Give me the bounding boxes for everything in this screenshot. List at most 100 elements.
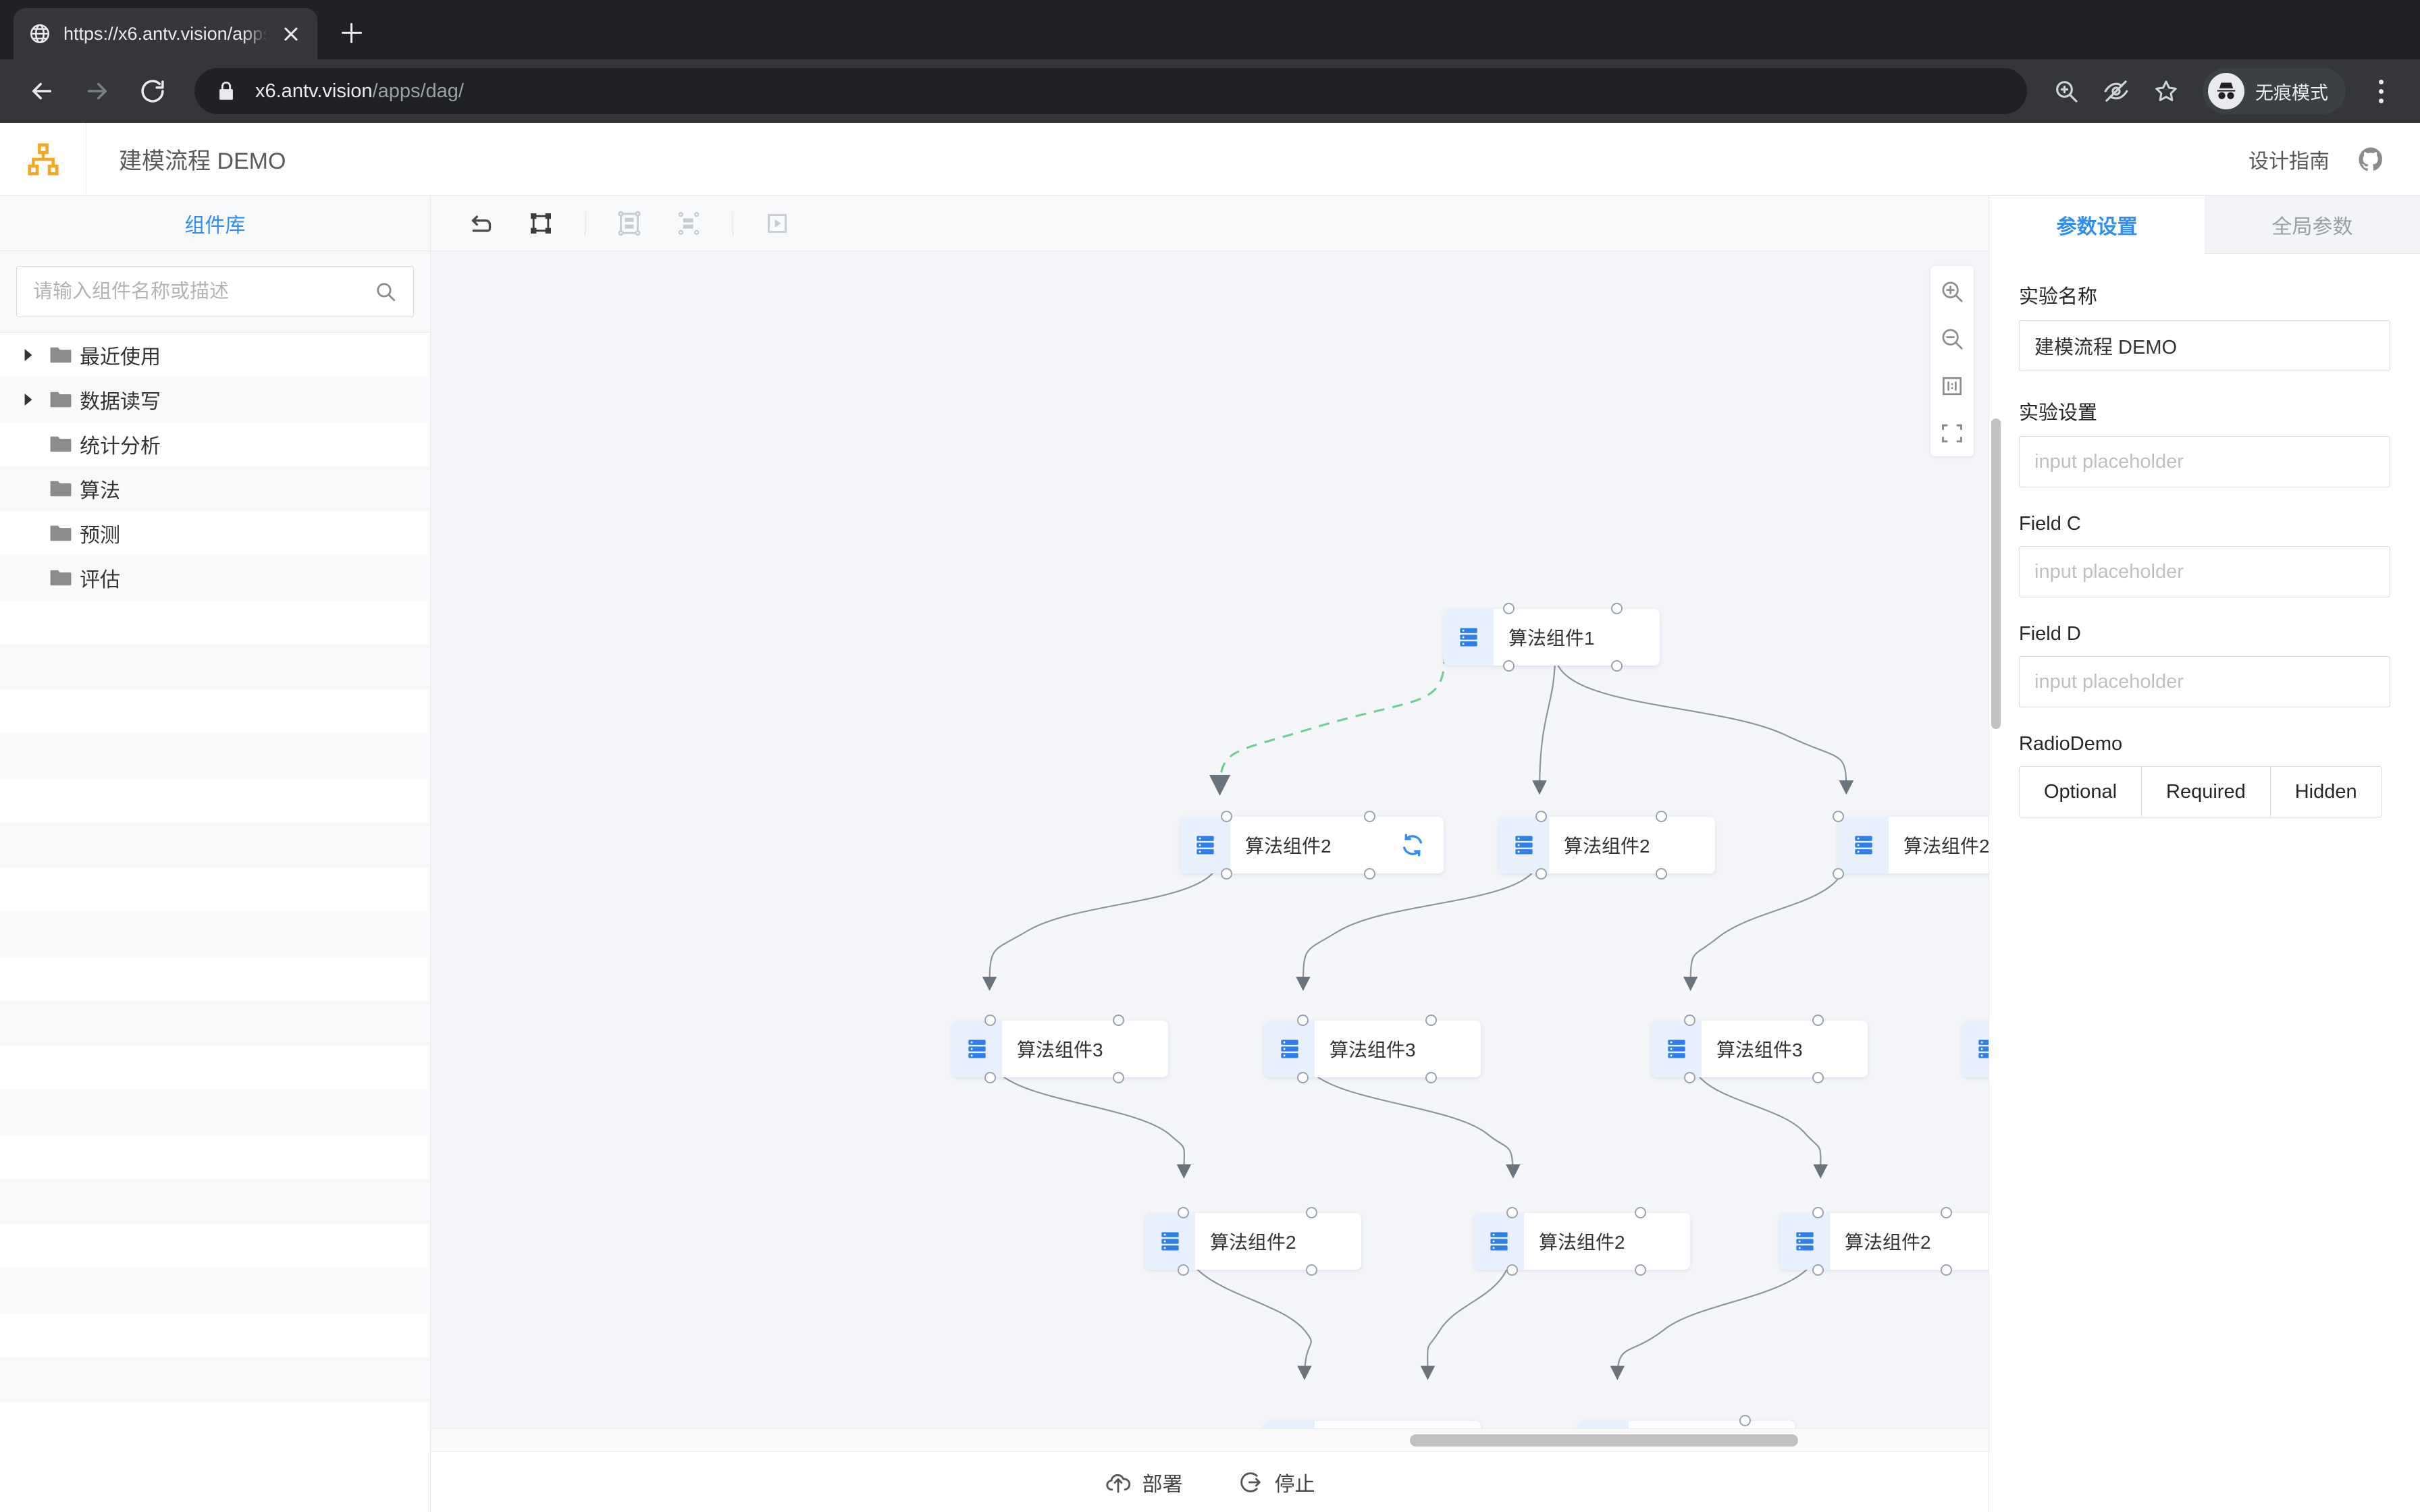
kebab-menu-icon[interactable] bbox=[2359, 70, 2402, 113]
sidebar-item-statistics[interactable]: 统计分析 bbox=[0, 422, 430, 466]
close-icon[interactable] bbox=[280, 22, 302, 45]
node-port-top-left[interactable] bbox=[1297, 1015, 1309, 1026]
zoom-in-icon[interactable] bbox=[1936, 275, 1968, 308]
tab-component-library[interactable]: 组件库 bbox=[0, 196, 430, 251]
scrollbar-thumb[interactable] bbox=[1991, 418, 2001, 729]
node-port-top-right[interactable] bbox=[1812, 1015, 1824, 1026]
field-c-input[interactable] bbox=[2019, 546, 2390, 597]
one-to-one-icon[interactable] bbox=[1936, 370, 1968, 402]
dag-node[interactable]: 算法组件3 bbox=[1265, 1015, 1481, 1083]
zoom-out-icon[interactable] bbox=[1936, 323, 1968, 355]
node-port-bottom-left[interactable] bbox=[1503, 660, 1515, 672]
node-port-bottom-left[interactable] bbox=[1812, 1264, 1824, 1276]
node-port-bottom-right[interactable] bbox=[1656, 868, 1667, 880]
sidebar-item-prediction[interactable]: 预测 bbox=[0, 511, 430, 556]
radio-option-hidden[interactable]: Hidden bbox=[2270, 767, 2382, 817]
reload-icon[interactable] bbox=[128, 67, 177, 115]
field-d-input[interactable] bbox=[2019, 656, 2390, 707]
search-icon[interactable] bbox=[374, 280, 397, 303]
node-port-bottom-right[interactable] bbox=[1812, 1072, 1824, 1083]
dag-node[interactable]: 算法组件2 bbox=[1579, 1415, 1795, 1428]
dag-node[interactable]: 算法组件2 bbox=[1145, 1207, 1361, 1276]
stop-button[interactable]: 停止 bbox=[1237, 1467, 1315, 1497]
select-box-icon[interactable] bbox=[520, 202, 562, 244]
incognito-indicator[interactable]: 无痕模式 bbox=[2203, 68, 2346, 114]
caret-right-icon[interactable] bbox=[15, 394, 42, 406]
canvas-horizontal-scrollbar[interactable] bbox=[431, 1428, 1989, 1451]
node-port-top-right[interactable] bbox=[1656, 811, 1667, 822]
node-port-bottom-right[interactable] bbox=[1941, 1264, 1952, 1276]
back-arrow-icon[interactable] bbox=[18, 67, 66, 115]
node-port-top-right[interactable] bbox=[1425, 1015, 1437, 1026]
node-port-top-right[interactable] bbox=[1113, 1015, 1124, 1026]
node-port-bottom-right[interactable] bbox=[1611, 660, 1623, 672]
node-port-top-right[interactable] bbox=[1941, 1207, 1952, 1218]
address-bar[interactable]: x6.antv.vision/apps/dag/ bbox=[194, 68, 2027, 114]
dag-node[interactable]: 算法组件2 bbox=[1180, 811, 1444, 880]
node-port-top-right[interactable] bbox=[1306, 1207, 1317, 1218]
node-port-top-left[interactable] bbox=[1812, 1207, 1824, 1218]
node-port-bottom-left[interactable] bbox=[1221, 868, 1232, 880]
undo-arrow-icon[interactable] bbox=[461, 202, 502, 244]
eye-slash-icon[interactable] bbox=[2095, 70, 2138, 113]
tab-parameter-settings[interactable]: 参数设置 bbox=[1989, 196, 2205, 254]
node-port-top-left[interactable] bbox=[1535, 811, 1547, 822]
experiment-name-input[interactable] bbox=[2019, 320, 2390, 371]
node-port-bottom-left[interactable] bbox=[1297, 1072, 1309, 1083]
node-port-bottom-left[interactable] bbox=[1178, 1264, 1189, 1276]
node-port-top-left[interactable] bbox=[1506, 1207, 1518, 1218]
dag-node[interactable]: 算法组件2 bbox=[1474, 1207, 1690, 1276]
node-port-bottom-right[interactable] bbox=[1425, 1072, 1437, 1083]
radio-option-optional[interactable]: Optional bbox=[2020, 767, 2142, 817]
node-port-bottom-left[interactable] bbox=[1506, 1264, 1518, 1276]
node-port-bottom-right[interactable] bbox=[1306, 1264, 1317, 1276]
node-port-top-left[interactable] bbox=[1503, 603, 1515, 614]
node-port-bottom-right[interactable] bbox=[1635, 1264, 1646, 1276]
node-port-bottom-right[interactable] bbox=[1364, 868, 1375, 880]
dag-canvas[interactable]: 算法组件1 算法组件2 算法组件2 算法组件2 算法组件3 算法组件3 算法组件… bbox=[431, 251, 1989, 1428]
node-port-bottom-right[interactable] bbox=[1113, 1072, 1124, 1083]
node-port-top-left[interactable] bbox=[1178, 1207, 1189, 1218]
node-port-top-left[interactable] bbox=[1833, 811, 1844, 822]
fit-screen-icon[interactable] bbox=[1936, 417, 1968, 450]
dag-node[interactable]: 算法组件3 bbox=[1962, 1021, 1989, 1077]
github-icon[interactable] bbox=[2357, 145, 2385, 173]
dag-node[interactable]: 算法组件3 bbox=[952, 1015, 1168, 1083]
node-port-top-right[interactable] bbox=[1739, 1415, 1751, 1426]
search-box[interactable] bbox=[16, 266, 414, 317]
panel-vertical-scrollbar[interactable] bbox=[1989, 418, 2003, 729]
sidebar-item-evaluation[interactable]: 评估 bbox=[0, 556, 430, 600]
caret-right-icon[interactable] bbox=[15, 349, 42, 361]
dag-node[interactable]: 算法组件3 bbox=[1652, 1015, 1868, 1083]
dag-node[interactable]: 算法组件2 bbox=[1833, 811, 1989, 880]
star-icon[interactable] bbox=[2145, 70, 2188, 113]
sidebar-item-algorithm[interactable]: 算法 bbox=[0, 466, 430, 511]
scrollbar-thumb[interactable] bbox=[1410, 1434, 1798, 1447]
new-tab-button[interactable] bbox=[331, 12, 373, 54]
node-port-bottom-left[interactable] bbox=[1535, 868, 1547, 880]
dag-node[interactable]: 算法组件3 bbox=[1265, 1421, 1481, 1428]
node-port-top-left[interactable] bbox=[1221, 811, 1232, 822]
dag-node[interactable]: 算法组件1 bbox=[1444, 603, 1660, 672]
deploy-button[interactable]: 部署 bbox=[1105, 1467, 1183, 1497]
canvas-toolbar bbox=[431, 196, 1989, 251]
node-port-top-right[interactable] bbox=[1635, 1207, 1646, 1218]
design-guide-link[interactable]: 设计指南 bbox=[2248, 144, 2330, 174]
sidebar-item-recent[interactable]: 最近使用 bbox=[0, 333, 430, 377]
node-port-top-right[interactable] bbox=[1611, 603, 1623, 614]
node-port-bottom-left[interactable] bbox=[1833, 868, 1844, 880]
node-port-top-left[interactable] bbox=[1684, 1015, 1695, 1026]
search-input[interactable] bbox=[33, 280, 374, 303]
node-port-bottom-left[interactable] bbox=[984, 1072, 996, 1083]
browser-tab[interactable]: https://x6.antv.vision/apps/dag bbox=[14, 8, 317, 59]
node-port-top-left[interactable] bbox=[984, 1015, 996, 1026]
node-port-bottom-left[interactable] bbox=[1684, 1072, 1695, 1083]
dag-node[interactable]: 算法组件2 bbox=[1499, 811, 1715, 880]
experiment-settings-input[interactable] bbox=[2019, 436, 2390, 487]
tab-global-parameters[interactable]: 全局参数 bbox=[2205, 196, 2420, 254]
node-port-top-right[interactable] bbox=[1364, 811, 1375, 822]
radio-option-required[interactable]: Required bbox=[2142, 767, 2271, 817]
dag-node[interactable]: 算法组件2 bbox=[1780, 1207, 1989, 1276]
sidebar-item-data-io[interactable]: 数据读写 bbox=[0, 377, 430, 422]
zoom-search-icon[interactable] bbox=[2045, 70, 2088, 113]
